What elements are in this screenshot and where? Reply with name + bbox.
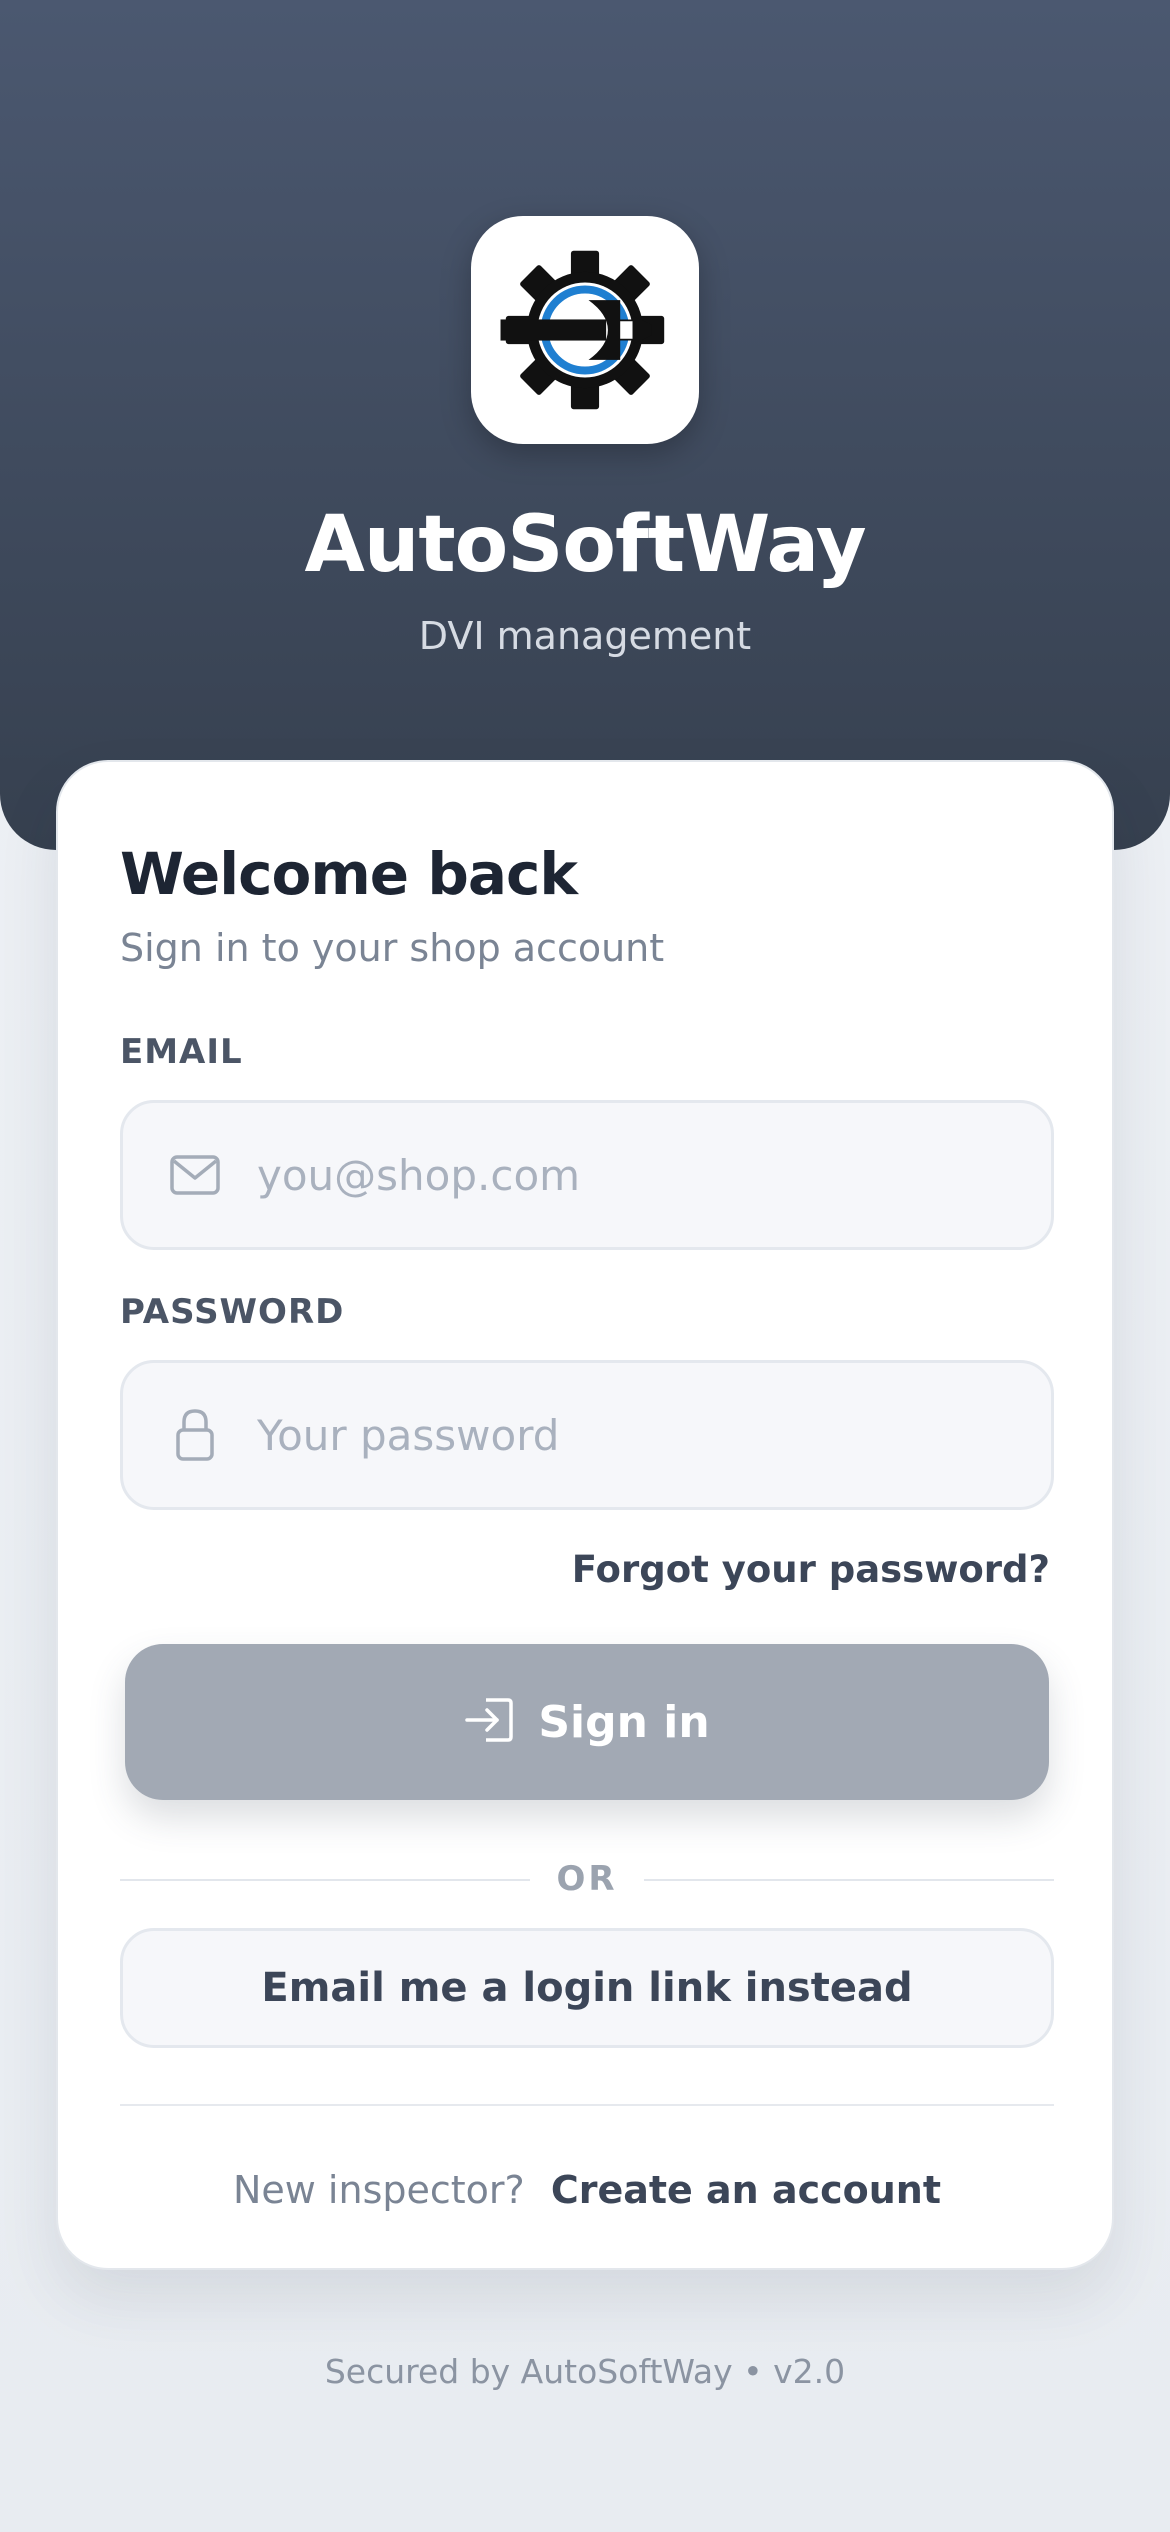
signin-card: Welcome back Sign in to your shop accoun… bbox=[56, 760, 1114, 2270]
card-subheading: Sign in to your shop account bbox=[120, 926, 665, 970]
password-input[interactable] bbox=[257, 1410, 1017, 1460]
sign-in-label: Sign in bbox=[538, 1696, 710, 1748]
card-heading: Welcome back bbox=[120, 840, 578, 908]
footer-text: Secured by AutoSoftWay • v2.0 bbox=[324, 2352, 846, 2391]
password-field[interactable] bbox=[120, 1360, 1054, 1510]
gear-wrench-icon bbox=[500, 250, 665, 410]
app-title: AutoSoftWay bbox=[304, 500, 866, 590]
hero-header: AutoSoftWay DVI management bbox=[0, 0, 1170, 850]
card-divider bbox=[120, 2104, 1054, 2106]
lock-icon bbox=[163, 1403, 227, 1467]
email-field[interactable] bbox=[120, 1100, 1054, 1250]
app-subtitle: DVI management bbox=[418, 614, 752, 658]
app-logo bbox=[471, 216, 699, 444]
email-input[interactable] bbox=[257, 1150, 1017, 1200]
email-label: EMAIL bbox=[120, 1032, 243, 1072]
signup-prompt: New inspector? Create an account bbox=[58, 2168, 1116, 2212]
forgot-password-link[interactable]: Forgot your password? bbox=[572, 1548, 1050, 1591]
or-text: OR bbox=[556, 1859, 618, 1899]
login-icon bbox=[464, 1696, 514, 1748]
create-account-link[interactable]: Create an account bbox=[551, 2168, 941, 2212]
login-screen: AutoSoftWay DVI management Welcome back … bbox=[0, 0, 1170, 2532]
mail-icon bbox=[163, 1143, 227, 1207]
sign-in-button[interactable]: Sign in bbox=[125, 1644, 1049, 1800]
email-login-link-button[interactable]: Email me a login link instead bbox=[120, 1928, 1054, 2048]
password-label: PASSWORD bbox=[120, 1292, 345, 1332]
or-divider: OR bbox=[120, 1854, 1054, 1904]
signup-question: New inspector? bbox=[232, 2168, 525, 2212]
